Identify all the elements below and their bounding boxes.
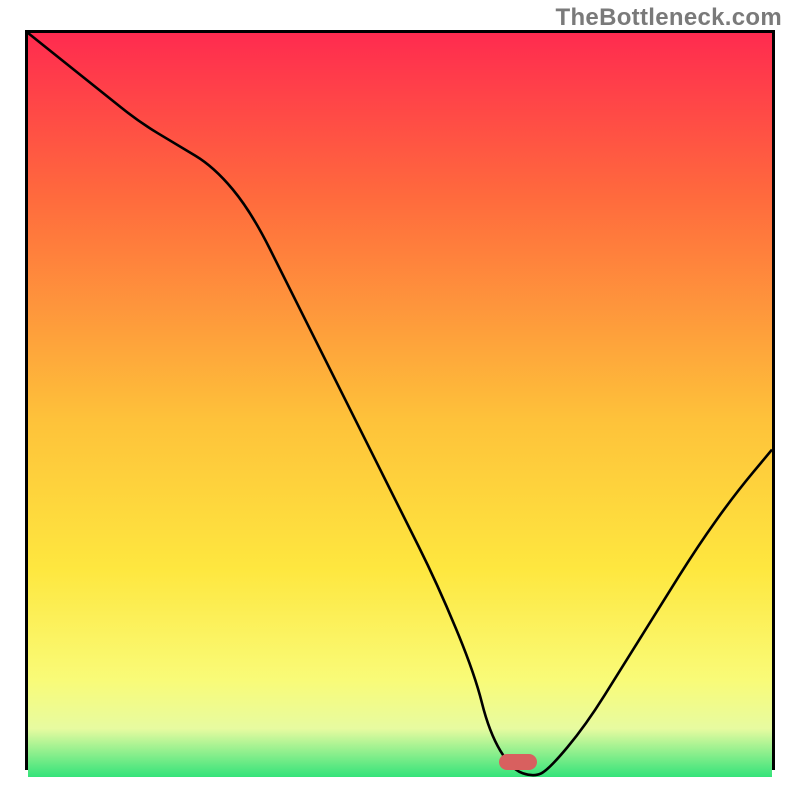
optimal-marker [499, 754, 537, 770]
bottleneck-curve [28, 33, 772, 777]
chart-container: TheBottleneck.com [0, 0, 800, 800]
watermark-label: TheBottleneck.com [556, 4, 782, 32]
plot-area [25, 30, 775, 770]
